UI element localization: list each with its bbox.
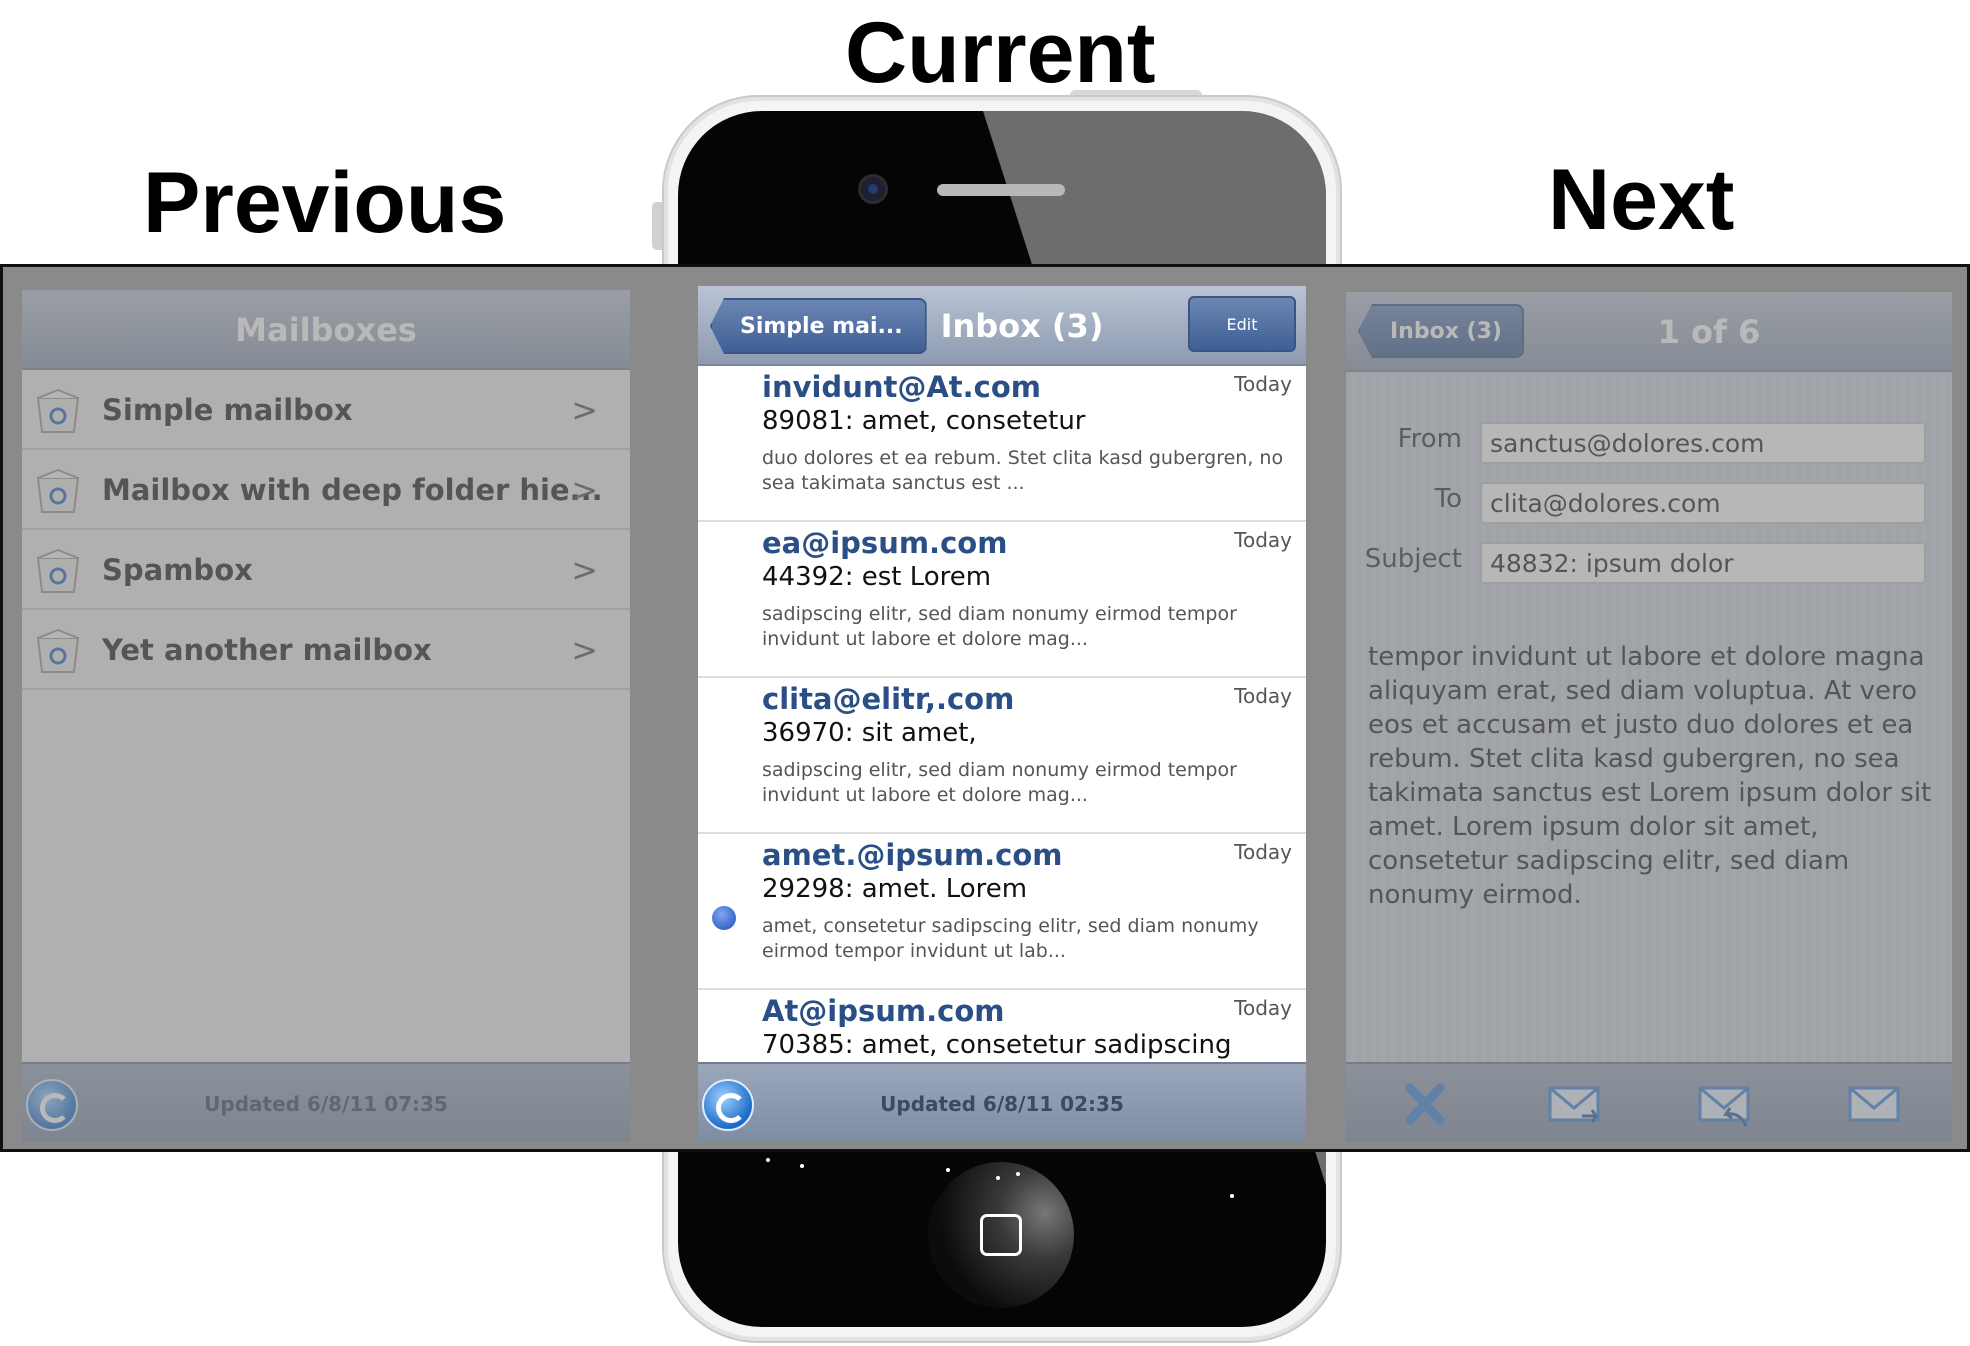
message-preview: duo dolores et ea rebum. Stet clita kasd…: [762, 447, 1284, 494]
to-field[interactable]: clita@dolores.com: [1480, 482, 1926, 524]
message-navbar: Inbox (3) 1 of 6: [1346, 292, 1952, 372]
updated-status: Updated 6/8/11 07:35: [204, 1092, 448, 1116]
mailbox-icon: [36, 628, 80, 673]
mailbox-icon: [36, 548, 80, 593]
message-date: Today: [1234, 372, 1292, 396]
previous-screen: Mailboxes Simple mailbox > Mailbox with …: [22, 290, 630, 1142]
unread-dot-icon: [712, 906, 736, 930]
from-field[interactable]: sanctus@dolores.com: [1480, 422, 1926, 464]
subject-field[interactable]: 48832: ipsum dolor: [1480, 542, 1926, 584]
chevron-right-icon: >: [571, 551, 598, 589]
message-subject: 44392: est Lorem: [762, 562, 992, 592]
mailbox-label: Simple mailbox: [102, 393, 353, 427]
sparkle: [766, 1158, 770, 1162]
sparkle: [996, 1176, 1000, 1180]
message-sender: invidunt@At.com: [762, 370, 1041, 404]
chevron-right-icon: >: [571, 631, 598, 669]
compose-icon[interactable]: [1846, 1078, 1904, 1130]
message-preview: sadipscing elitr, sed diam nonumy eirmod…: [762, 759, 1237, 806]
home-square-icon: [980, 1214, 1022, 1256]
message-body: tempor invidunt ut labore et dolore magn…: [1368, 642, 1932, 910]
current-label: Current: [845, 5, 1156, 101]
subject-label: Subject: [1364, 544, 1462, 574]
message-subject: 89081: amet, consetetur: [762, 406, 1086, 436]
chevron-right-icon: >: [571, 471, 598, 509]
mailbox-row[interactable]: Simple mailbox >: [22, 370, 630, 450]
message-sender: At@ipsum.com: [762, 994, 1005, 1028]
current-screen: Simple mai... Inbox (3) Edit invidunt@At…: [698, 286, 1306, 1142]
bottom-toolbar: Updated 6/8/11 02:35: [698, 1062, 1306, 1142]
mailbox-row[interactable]: Mailbox with deep folder hie... >: [22, 450, 630, 530]
sparkle: [1016, 1172, 1020, 1176]
message-sender: clita@elitr,.com: [762, 682, 1015, 716]
next-label: Next: [1548, 152, 1735, 248]
message-date: Today: [1234, 996, 1292, 1020]
from-label: From: [1397, 424, 1462, 454]
inbox-navbar: Simple mai... Inbox (3) Edit: [698, 286, 1306, 366]
message-sender: ea@ipsum.com: [762, 526, 1008, 560]
camera-icon: [858, 174, 888, 204]
mailbox-label: Mailbox with deep folder hie...: [102, 473, 603, 507]
updated-status: Updated 6/8/11 02:35: [880, 1092, 1124, 1116]
message-subject: 70385: amet, consetetur sadipscing: [762, 1030, 1232, 1060]
forward-icon[interactable]: [1546, 1078, 1604, 1130]
speaker-grille: [937, 184, 1065, 196]
message-preview: amet, consetetur sadipscing elitr, sed d…: [762, 915, 1259, 962]
sparkle: [1230, 1194, 1234, 1198]
message-date: Today: [1234, 840, 1292, 864]
previous-label: Previous: [143, 155, 507, 251]
page-title: Mailboxes: [235, 311, 417, 349]
message-row[interactable]: amet.@ipsum.com Today 29298: amet. Lorem…: [698, 834, 1306, 990]
edit-button[interactable]: Edit: [1188, 296, 1296, 352]
mailbox-row[interactable]: Yet another mailbox >: [22, 610, 630, 690]
chevron-right-icon: >: [571, 391, 598, 429]
next-screen: Inbox (3) 1 of 6 From sanctus@dolores.co…: [1346, 292, 1952, 1142]
message-date: Today: [1234, 684, 1292, 708]
mailboxes-navbar: Mailboxes: [22, 290, 630, 370]
message-subject: 36970: sit amet,: [762, 718, 977, 748]
sparkle: [800, 1164, 804, 1168]
mailbox-row[interactable]: Spambox >: [22, 530, 630, 610]
sparkle: [946, 1168, 950, 1172]
mailbox-label: Spambox: [102, 553, 253, 587]
to-label: To: [1434, 484, 1462, 514]
message-preview: sadipscing elitr, sed diam nonumy eirmod…: [762, 603, 1237, 650]
mailbox-label: Yet another mailbox: [102, 633, 432, 667]
mailbox-icon: [36, 468, 80, 513]
message-subject: 29298: amet. Lorem: [762, 874, 1028, 904]
message-date: Today: [1234, 528, 1292, 552]
page-title: 1 of 6: [1657, 313, 1761, 351]
message-row[interactable]: ea@ipsum.com Today 44392: est Lorem sadi…: [698, 522, 1306, 678]
reply-icon[interactable]: [1696, 1078, 1754, 1130]
mailbox-icon: [36, 388, 80, 433]
message-row[interactable]: clita@elitr,.com Today 36970: sit amet, …: [698, 678, 1306, 834]
home-button[interactable]: [928, 1162, 1074, 1308]
bottom-toolbar: Updated 6/8/11 07:35: [22, 1062, 630, 1142]
delete-icon[interactable]: [1396, 1078, 1454, 1130]
message-sender: amet.@ipsum.com: [762, 838, 1063, 872]
message-row[interactable]: invidunt@At.com Today 89081: amet, conse…: [698, 366, 1306, 522]
message-toolbar: [1346, 1062, 1952, 1142]
